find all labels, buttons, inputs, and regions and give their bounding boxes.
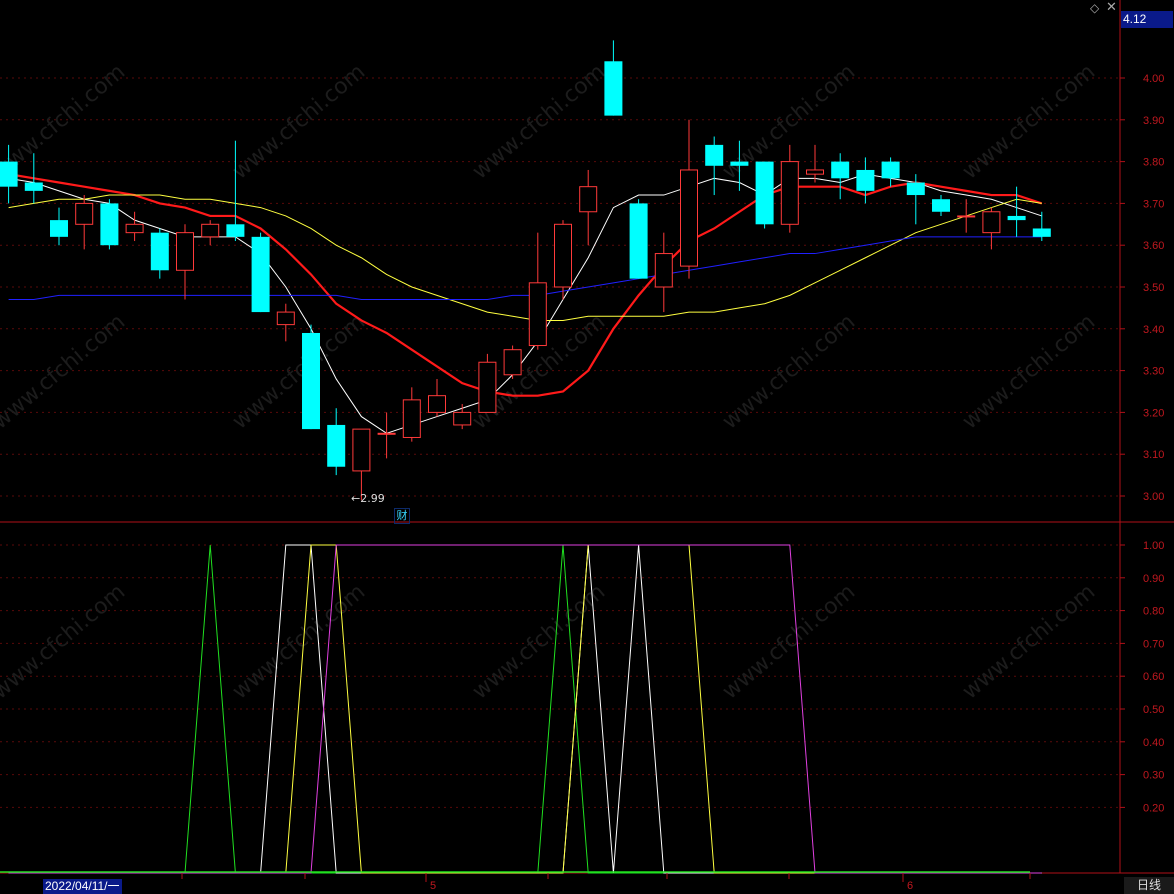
candle: [176, 224, 194, 300]
date-axis: 56: [181, 873, 1031, 892]
watermark: www.cfchi.com: [228, 579, 370, 704]
y-tick-label: 0.90: [1143, 573, 1164, 585]
close-icon[interactable]: ✕: [1106, 0, 1117, 15]
candle: [402, 387, 421, 442]
candle: [957, 199, 976, 233]
watermark: www.cfchi.com: [718, 309, 860, 434]
y-tick-label: 3.10: [1143, 449, 1164, 461]
candle: [528, 232, 547, 350]
watermark: www.cfchi.com: [228, 59, 370, 184]
candle: [780, 144, 799, 233]
ma-line-1: [8, 173, 1043, 397]
candle: [579, 169, 598, 246]
candle: [856, 157, 875, 204]
watermark: www.cfchi.com: [718, 579, 860, 704]
candle: [604, 40, 623, 116]
y-tick-label: 0.80: [1143, 606, 1164, 618]
y-tick-label: 3.70: [1143, 198, 1164, 210]
candle: [831, 153, 850, 200]
y-tick-label: 3.50: [1143, 282, 1164, 294]
candle: [881, 157, 900, 187]
candle: [503, 345, 522, 379]
watermark: www.cfchi.com: [958, 309, 1100, 434]
finance-event-tag[interactable]: 财: [394, 508, 410, 524]
low-price-label: ←2.99: [351, 492, 385, 505]
y-tick-label: 3.40: [1143, 324, 1164, 336]
watermarks: www.cfchi.com www.cfchi.com www.cfchi.com w…: [0, 59, 1100, 704]
start-date-label: 2022/04/11/一: [43, 879, 122, 894]
candle: [377, 412, 396, 459]
watermark: www.cfchi.com: [0, 579, 130, 704]
y-tick-label: 3.60: [1143, 240, 1164, 252]
candle: [554, 220, 572, 300]
candle: [654, 232, 673, 313]
candle: [932, 195, 950, 216]
candle: [276, 303, 295, 342]
y-tick-label: 0.40: [1143, 737, 1164, 749]
candle: [251, 232, 270, 313]
candle: [1032, 211, 1051, 242]
candle: [150, 228, 169, 279]
watermark: www.cfchi.com: [228, 309, 370, 434]
candle: [75, 195, 94, 250]
candle: [428, 378, 446, 417]
candle: [302, 324, 320, 430]
candle: [755, 161, 774, 229]
y-tick-label: 3.00: [1143, 491, 1164, 503]
candle: [478, 353, 497, 413]
watermark: www.cfchi.com: [958, 579, 1100, 704]
candle: [705, 136, 724, 196]
month-label: 5: [430, 880, 436, 892]
period-tab-daily[interactable]: 日线: [1124, 877, 1174, 894]
watermark: www.cfchi.com: [468, 59, 610, 184]
candle: [680, 119, 698, 279]
candle: [100, 199, 119, 250]
candle: [327, 408, 346, 476]
y-tick-label: 3.90: [1143, 115, 1164, 127]
y-tick-label: 0.70: [1143, 638, 1164, 650]
watermark: www.cfchi.com: [468, 579, 610, 704]
y-tick-label: 3.80: [1143, 157, 1164, 169]
candle: [629, 199, 648, 279]
last-price-tag: 4.12: [1121, 11, 1173, 28]
candlesticks: [0, 40, 1051, 501]
candle: [453, 404, 472, 430]
y-tick-label: 1.00: [1143, 540, 1164, 552]
y-tick-label: 0.20: [1143, 802, 1164, 814]
candle: [352, 428, 371, 501]
candle: [50, 207, 68, 246]
y-tick-label: 3.30: [1143, 366, 1164, 378]
y-tick-label: 4.00: [1143, 73, 1164, 85]
candle: [806, 144, 824, 183]
candle: [201, 220, 220, 246]
y-tick-label: 0.50: [1143, 704, 1164, 716]
watermark: www.cfchi.com: [0, 309, 130, 434]
axes: 4.00 3.90 3.80 3.70 3.60 3.50 3.40 3.30 3.20 3.10…: [1120, 73, 1164, 814]
stock-chart[interactable]: www.cfchi.com www.cfchi.com www.cfchi.com w…: [0, 0, 1174, 894]
y-tick-label: 0.60: [1143, 671, 1164, 683]
candle: [982, 207, 1001, 250]
y-tick-label: 3.20: [1143, 407, 1164, 419]
month-label: 6: [907, 880, 913, 892]
y-tick-label: 0.30: [1143, 770, 1164, 782]
diamond-icon[interactable]: ◇: [1090, 1, 1099, 15]
